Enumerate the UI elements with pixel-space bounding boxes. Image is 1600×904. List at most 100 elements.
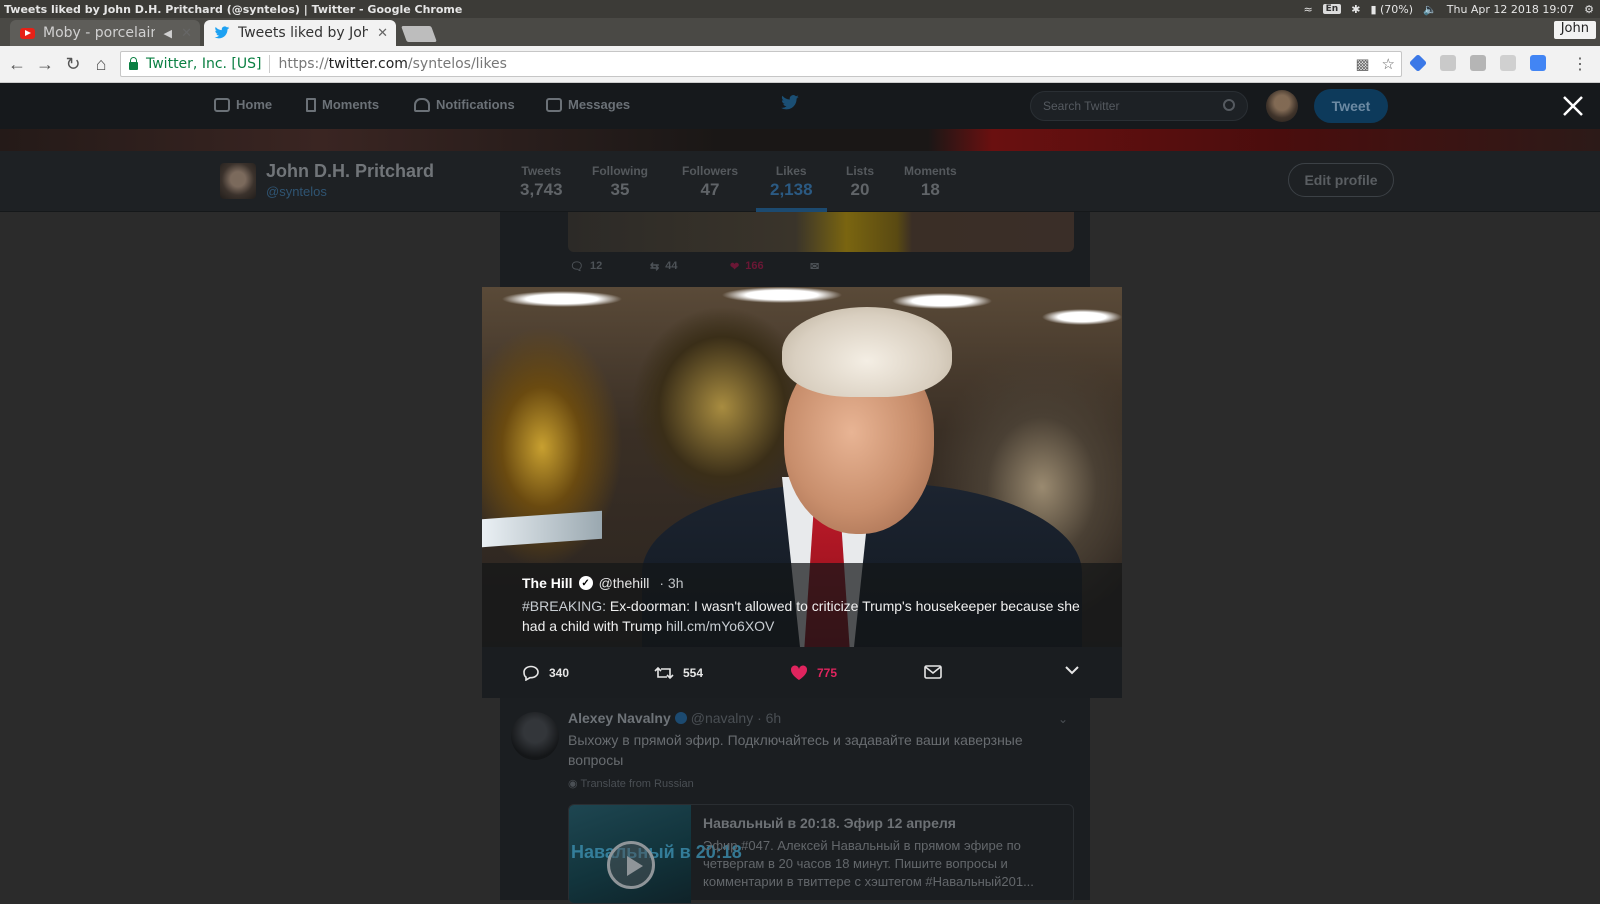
stat-value: 47 [700,180,720,199]
profile-nav-bar: John D.H. Pritchard @syntelos Tweets 3,74… [0,151,1600,212]
retweet-action[interactable]: 554 [654,665,703,681]
translate-link[interactable]: ◉ Translate from Russian [568,777,694,790]
tweet-time[interactable]: · 6h [757,710,781,726]
retweet-count: 44 [665,260,678,272]
tab-youtube[interactable]: Moby - porcelain ◀﻿ ✕ [10,20,200,46]
address-bar[interactable]: Twitter, Inc. [US] https://twitter.com/s… [120,51,1402,77]
translate-label: Translate from Russian [580,778,694,790]
extension-shield-icon[interactable] [1408,53,1428,73]
tweet-author[interactable]: The Hill [522,575,573,591]
bluetooth-icon[interactable]: ✱ [1351,3,1360,16]
profile-user-badge[interactable]: John [1553,21,1596,39]
like-action[interactable]: ❤ 166 [730,260,764,273]
forward-arrow-icon[interactable]: → [34,53,56,75]
back-arrow-icon[interactable]: ← [6,53,28,75]
close-tab-icon[interactable]: ✕ [377,26,388,41]
edit-profile-button[interactable]: Edit profile [1288,163,1394,197]
stat-likes[interactable]: Likes 2,138 [756,164,826,212]
volume-icon[interactable]: 🔈 [1423,3,1437,16]
tweet-link[interactable]: hill.cm/mYo6XOV [666,618,774,634]
extension-puzzle-icon[interactable] [1470,55,1486,71]
search-input[interactable]: Search Twitter [1030,91,1248,121]
retweet-action[interactable]: ⇆ 44 [650,260,677,273]
chevron-down-icon[interactable]: ⌄ [1058,712,1068,726]
blocked-content-icon[interactable]: ▩ [1355,55,1369,73]
close-tab-icon[interactable]: ✕ [181,26,192,41]
reload-icon[interactable]: ↻ [62,53,84,75]
previous-tweet-media[interactable] [568,212,1074,252]
camera-icon[interactable] [1500,55,1516,71]
stat-value: 20 [850,180,870,199]
stat-value: 2,138 [770,180,813,199]
nav-home[interactable]: Home [214,97,272,112]
tweet-time[interactable]: · 3h [659,575,683,591]
envelope-icon [546,97,562,112]
security-indicator[interactable]: Twitter, Inc. [US] [146,56,261,72]
tweet-author[interactable]: Alexey Navalny [568,710,671,726]
video-card[interactable]: Навальный в 20:18 Навальный в 20:18. Эфи… [568,804,1074,904]
stat-following[interactable]: Following 35 [592,164,648,200]
twitter-top-nav: Home Moments Notifications Messages Sear… [0,83,1600,129]
new-tab-button[interactable] [401,26,437,42]
nav-notifications[interactable]: Notifications [414,97,515,112]
translate-icon[interactable] [1530,55,1546,71]
lock-icon [129,57,138,70]
tab-strip: Moby - porcelain ◀﻿ ✕ Tweets liked by Jo… [0,18,1600,46]
stat-tweets[interactable]: Tweets 3,743 [520,164,563,200]
profile-name[interactable]: John D.H. Pritchard [266,161,434,182]
video-thumbnail[interactable]: Навальный в 20:18 [569,805,742,903]
play-icon[interactable] [607,841,655,889]
search-icon[interactable] [1223,99,1235,111]
window-title: Tweets liked by John D.H. Pritchard (@sy… [4,2,463,16]
like-count: 775 [817,666,838,680]
close-icon[interactable] [1560,93,1586,119]
system-bar: Tweets liked by John D.H. Pritchard (@sy… [0,0,1600,18]
battery-icon: ▮ [1370,2,1377,16]
nav-messages[interactable]: Messages [546,97,630,112]
tab-audio-icon[interactable]: ◀ [164,27,172,40]
retweet-icon [654,666,674,680]
tweet-handle[interactable]: @navalny [691,710,753,726]
nav-moments[interactable]: Moments [306,97,379,112]
profile-handle[interactable]: @syntelos [266,184,327,199]
chrome-menu-icon[interactable]: ⋮ [1572,54,1588,74]
stat-lists[interactable]: Lists 20 [846,164,874,200]
tweet-button[interactable]: Tweet [1314,89,1388,123]
globe-icon: ◉ [568,778,578,790]
like-action[interactable]: 775 [790,665,837,681]
battery-indicator[interactable]: ▮ (70%) [1370,3,1413,16]
tweet-handle[interactable]: @thehill [599,575,650,591]
heart-icon [790,665,808,680]
hashtag-link[interactable]: #BREAKING: [522,598,606,614]
nav-moments-label: Moments [322,97,380,112]
tweet-header: Alexey Navalny @navalny · 6h [568,710,781,726]
profile-avatar[interactable] [220,163,256,199]
profile-banner [0,129,1600,151]
settings-gear-icon[interactable]: ⚙ [1584,3,1594,16]
card-title: Навальный в 20:18. Эфир 12 апреля [703,815,956,831]
direct-message-action[interactable]: ✉ [810,260,819,273]
twitter-logo-icon[interactable] [780,95,800,111]
wifi-icon[interactable]: ≈ [1303,3,1312,16]
bookmark-star-icon[interactable]: ☆ [1382,55,1395,73]
reply-action[interactable]: 🗨 12 [570,260,602,273]
url-host: twitter.com [328,56,408,72]
reply-count: 12 [589,260,603,272]
photo-detail [482,510,602,548]
rss-icon[interactable] [1440,55,1456,71]
direct-message-action[interactable] [924,665,942,679]
home-icon[interactable]: ⌂ [90,53,112,75]
avatar[interactable] [1266,90,1298,122]
stat-moments[interactable]: Moments 18 [904,164,957,200]
reply-count: 340 [549,666,570,680]
tab-twitter-likes[interactable]: Tweets liked by John D.H. Pritchard (@sy… [204,20,396,46]
avatar[interactable] [511,712,559,760]
bell-icon [414,97,430,112]
keyboard-layout-indicator[interactable]: En [1322,4,1342,14]
reply-action[interactable]: 340 [522,665,569,681]
tweet-body: Ex-doorman: I wasn't allowed to criticiz… [522,598,1080,634]
clock[interactable]: Thu Apr 12 2018 19:07 [1447,3,1574,16]
more-options[interactable] [1064,665,1080,675]
stat-followers[interactable]: Followers 47 [682,164,738,200]
photo-detail [782,307,952,397]
